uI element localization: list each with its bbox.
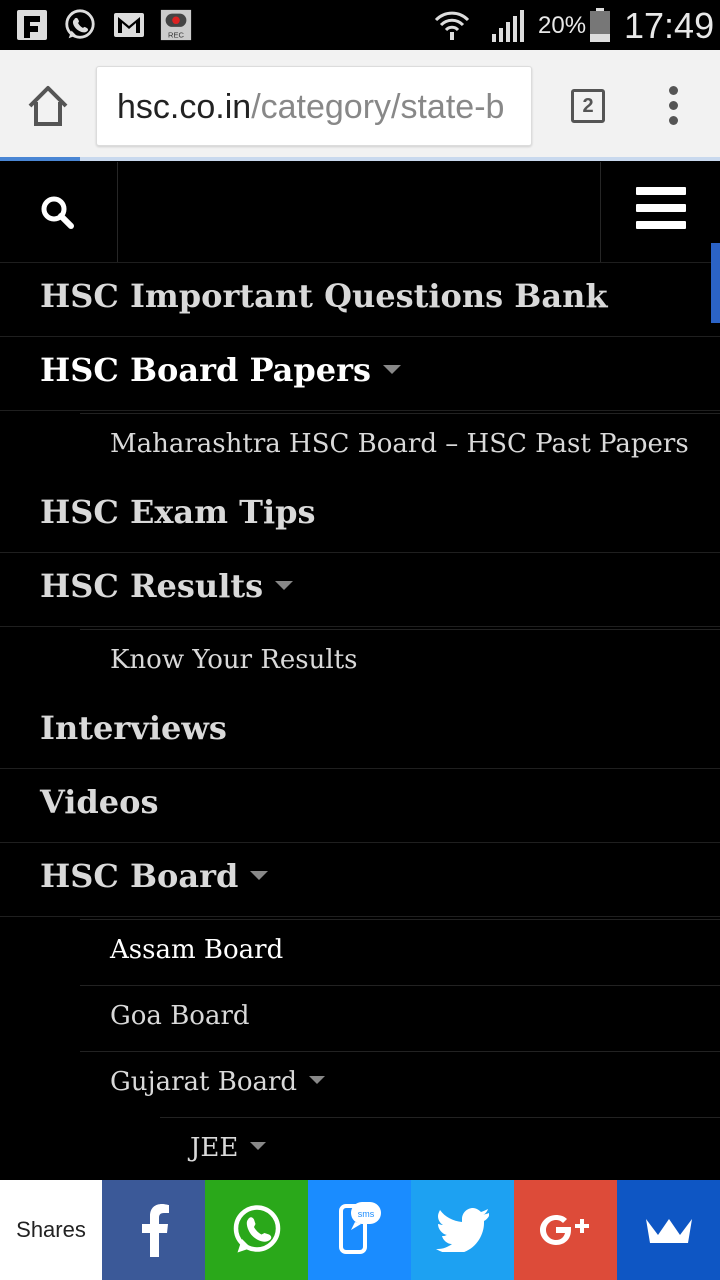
flipboard-icon <box>17 10 47 40</box>
screen-recorder-icon: REC <box>160 9 192 41</box>
sumo-share-button[interactable] <box>617 1180 720 1280</box>
crown-icon <box>645 1219 692 1243</box>
overflow-menu-icon[interactable] <box>662 86 686 126</box>
nav-item-label: Know Your Results <box>110 645 358 675</box>
svg-text:REC: REC <box>168 30 184 39</box>
google-plus-share-button[interactable] <box>514 1180 617 1280</box>
nav-item-videos[interactable]: Videos <box>0 769 720 843</box>
search-button[interactable] <box>0 162 118 262</box>
hamburger-menu-button[interactable] <box>600 162 720 262</box>
caret-down-icon[interactable] <box>383 365 401 374</box>
battery-percent: 20% <box>538 12 587 39</box>
nav-subitem-gujarat-board[interactable]: Gujarat Board <box>80 1051 720 1117</box>
signal-icon <box>492 10 524 42</box>
svg-text:sms: sms <box>357 1209 374 1219</box>
whatsapp-icon <box>233 1205 280 1253</box>
tab-switcher-button[interactable]: 2 <box>571 89 605 123</box>
nav-item-label: Assam Board <box>110 935 284 965</box>
clock: 17:49 <box>624 5 715 46</box>
facebook-share-button[interactable] <box>102 1180 205 1280</box>
status-bar: REC 20% 17:49 <box>0 0 720 50</box>
battery-icon <box>590 8 610 42</box>
site-header <box>0 162 720 263</box>
url-host: hsc.co.in <box>117 88 252 126</box>
nav-item-hsc-board[interactable]: HSC Board <box>0 843 720 917</box>
nav-item-exam-tips[interactable]: HSC Exam Tips <box>0 479 720 553</box>
twitter-share-button[interactable] <box>411 1180 514 1280</box>
home-icon[interactable] <box>24 82 72 130</box>
url-path: /category/state-b <box>251 88 505 126</box>
nav-item-label: Gujarat Board <box>110 1067 326 1097</box>
nav-item-interviews[interactable]: Interviews <box>0 695 720 769</box>
shares-label: Shares <box>0 1180 102 1280</box>
nav-subitem-assam-board[interactable]: Assam Board <box>80 919 720 985</box>
caret-down-icon[interactable] <box>275 581 294 590</box>
gmail-icon <box>114 13 144 37</box>
nav-item-label: Maharashtra HSC Board – HSC Past Papers <box>110 429 689 459</box>
nav-item-label: HSC Exam Tips <box>40 493 316 531</box>
nav-item-board-papers[interactable]: HSC Board Papers <box>0 337 720 411</box>
nav-item-label: Interviews <box>40 709 227 747</box>
search-icon <box>41 196 74 229</box>
whatsapp-icon <box>65 9 95 39</box>
nav-subitem-jee[interactable]: JEE <box>160 1117 720 1183</box>
nav-item-label: HSC Important Questions Bank <box>40 277 608 315</box>
twitter-icon <box>435 1208 489 1252</box>
nav-item-results[interactable]: HSC Results <box>0 553 720 627</box>
nav-item-label: HSC Board Papers <box>40 351 401 389</box>
caret-down-icon[interactable] <box>250 1142 267 1150</box>
facebook-icon <box>141 1204 169 1257</box>
wifi-icon <box>434 11 470 40</box>
whatsapp-share-button[interactable] <box>205 1180 308 1280</box>
caret-down-icon[interactable] <box>309 1076 326 1084</box>
google-plus-icon <box>539 1215 589 1245</box>
nav-subitem-maharashtra-papers[interactable]: Maharashtra HSC Board – HSC Past Papers <box>80 413 720 479</box>
nav-item-label: JEE <box>190 1133 267 1163</box>
address-bar[interactable]: hsc.co.in/category/state-b <box>96 66 532 146</box>
page-load-progress <box>0 157 720 161</box>
nav-item-label: HSC Results <box>40 567 294 605</box>
sms-share-button[interactable]: sms <box>308 1180 411 1280</box>
share-bar: Shares sms <box>0 1180 720 1280</box>
nav-subitem-know-results[interactable]: Know Your Results <box>80 629 720 695</box>
nav-item-label: HSC Board <box>40 857 269 895</box>
caret-down-icon[interactable] <box>250 871 269 880</box>
nav-item-label: Videos <box>40 783 159 821</box>
nav-item-important-questions[interactable]: HSC Important Questions Bank <box>0 263 720 337</box>
sms-icon: sms <box>338 1202 381 1254</box>
nav-subitem-goa-board[interactable]: Goa Board <box>80 985 720 1051</box>
nav-item-label: Goa Board <box>110 1001 250 1031</box>
